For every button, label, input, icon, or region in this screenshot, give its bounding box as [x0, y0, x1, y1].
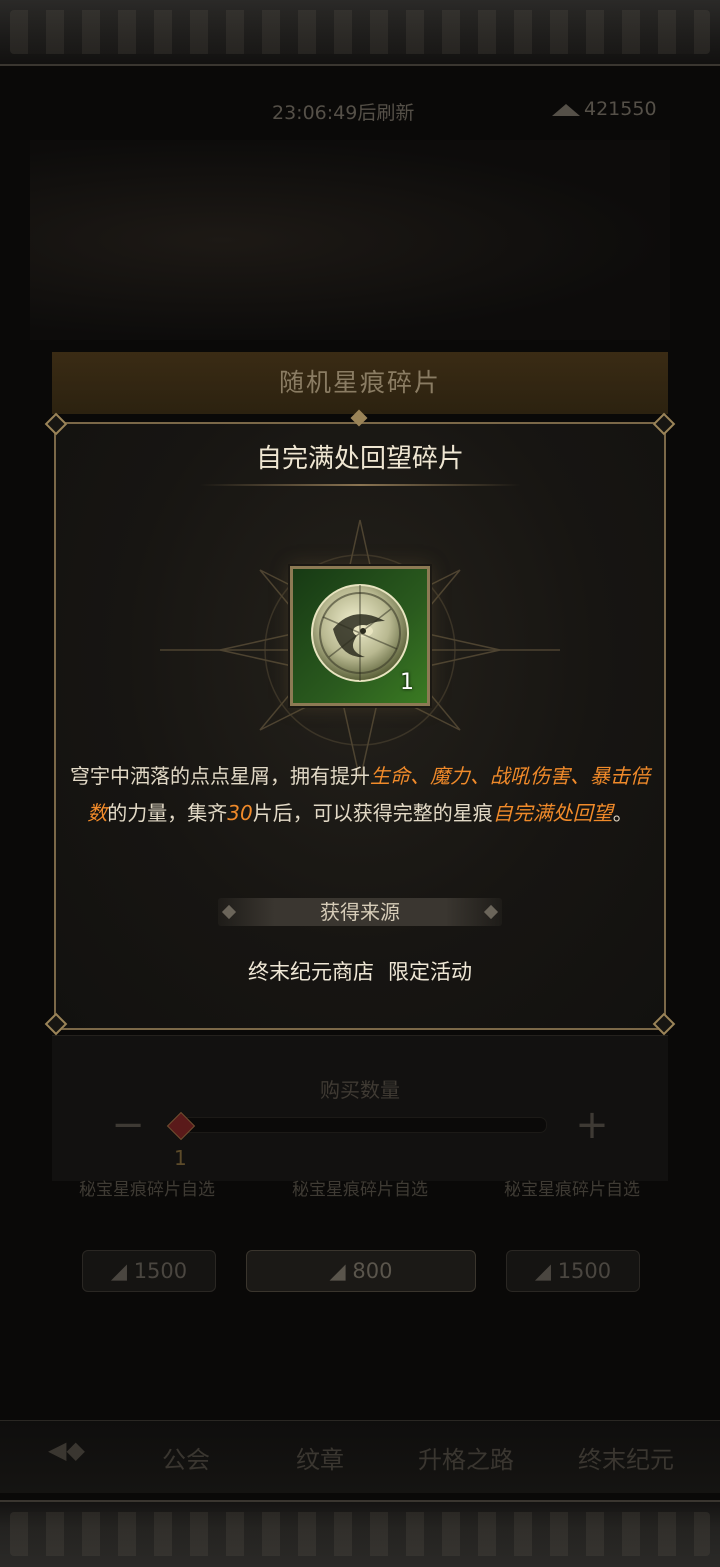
bottom-ornament-bar — [0, 1500, 720, 1567]
desc-highlight: 、 — [570, 764, 590, 788]
desc-highlight: 生命 — [370, 764, 410, 788]
desc-text: 。 — [612, 801, 633, 825]
price-button[interactable]: ◢ 800 — [246, 1250, 476, 1292]
decrease-quantity-button[interactable]: − — [98, 1100, 158, 1154]
source-list: 终末纪元商店 限定活动 — [54, 956, 666, 986]
top-ornament-bar — [0, 0, 720, 66]
desc-text: 片后，可以获得完整的星痕 — [252, 801, 493, 825]
item-description: 穹宇中洒落的点点星屑，拥有提升生命、魔力、战吼伤害、暴击倍数的力量，集齐30片后… — [70, 758, 650, 832]
buy-quantity-label: 购买数量 — [320, 1078, 400, 1102]
shop-item-name: 秘宝星痕碎片自选 — [292, 1180, 428, 1200]
desc-highlight: 30 — [227, 801, 253, 825]
price-value: 1500 — [133, 1259, 188, 1283]
price-button[interactable]: ◢ 1500 — [82, 1250, 216, 1292]
desc-highlight: 自完满处回望 — [492, 801, 613, 825]
nav-item-final-era[interactable]: 终末纪元 — [578, 1440, 674, 1475]
currency-amount: 421550 — [584, 98, 657, 120]
desc-text: 的力量，集齐 — [107, 801, 228, 825]
price-value: 1500 — [557, 1259, 612, 1283]
crystal-icon: ◢ — [110, 1259, 134, 1283]
desc-highlight: 战吼伤害 — [490, 764, 570, 788]
nav-item-emblem[interactable]: 纹章 — [296, 1440, 344, 1475]
source-link-final-era-shop[interactable]: 终末纪元商店 — [248, 960, 374, 984]
merchant-portrait — [30, 140, 670, 340]
nav-back-icon[interactable]: ◀◆ — [48, 1436, 85, 1464]
top-ornament-pattern — [10, 10, 710, 54]
source-link-limited-event[interactable]: 限定活动 — [388, 960, 472, 984]
nav-item-guild[interactable]: 公会 — [162, 1440, 210, 1475]
crystal-icon: ◢ — [329, 1259, 353, 1283]
quantity-slider-track[interactable] — [180, 1117, 547, 1133]
nav-item-ascension[interactable]: 升格之路 — [418, 1440, 514, 1475]
price-value: 800 — [352, 1259, 393, 1283]
shop-item-name: 秘宝星痕碎片自选 — [79, 1180, 215, 1200]
source-label: 获得来源 — [320, 900, 400, 924]
currency-display: 421550 — [552, 98, 657, 120]
increase-quantity-button[interactable]: + — [562, 1100, 622, 1154]
desc-text: 穹宇中洒落的点点星屑，拥有提升 — [70, 764, 370, 788]
crystal-icon: ◢ — [534, 1259, 558, 1283]
desc-highlight: 魔力 — [430, 764, 470, 788]
item-title: 自完满处回望碎片 — [255, 444, 464, 474]
desc-highlight: 、 — [470, 764, 490, 788]
modal-header-title: 随机星痕碎片 — [52, 352, 668, 414]
bottom-ornament-pattern — [10, 1512, 710, 1556]
crystal-icon — [552, 103, 580, 116]
shop-item-name: 秘宝星痕碎片自选 — [504, 1180, 640, 1200]
item-count: 1 — [400, 670, 414, 695]
quantity-value: 1 — [174, 1146, 187, 1170]
desc-highlight: 、 — [410, 764, 430, 788]
price-button[interactable]: ◢ 1500 — [506, 1250, 640, 1292]
title-divider — [200, 484, 520, 486]
refresh-timer: 23:06:49后刷新 — [272, 102, 415, 124]
